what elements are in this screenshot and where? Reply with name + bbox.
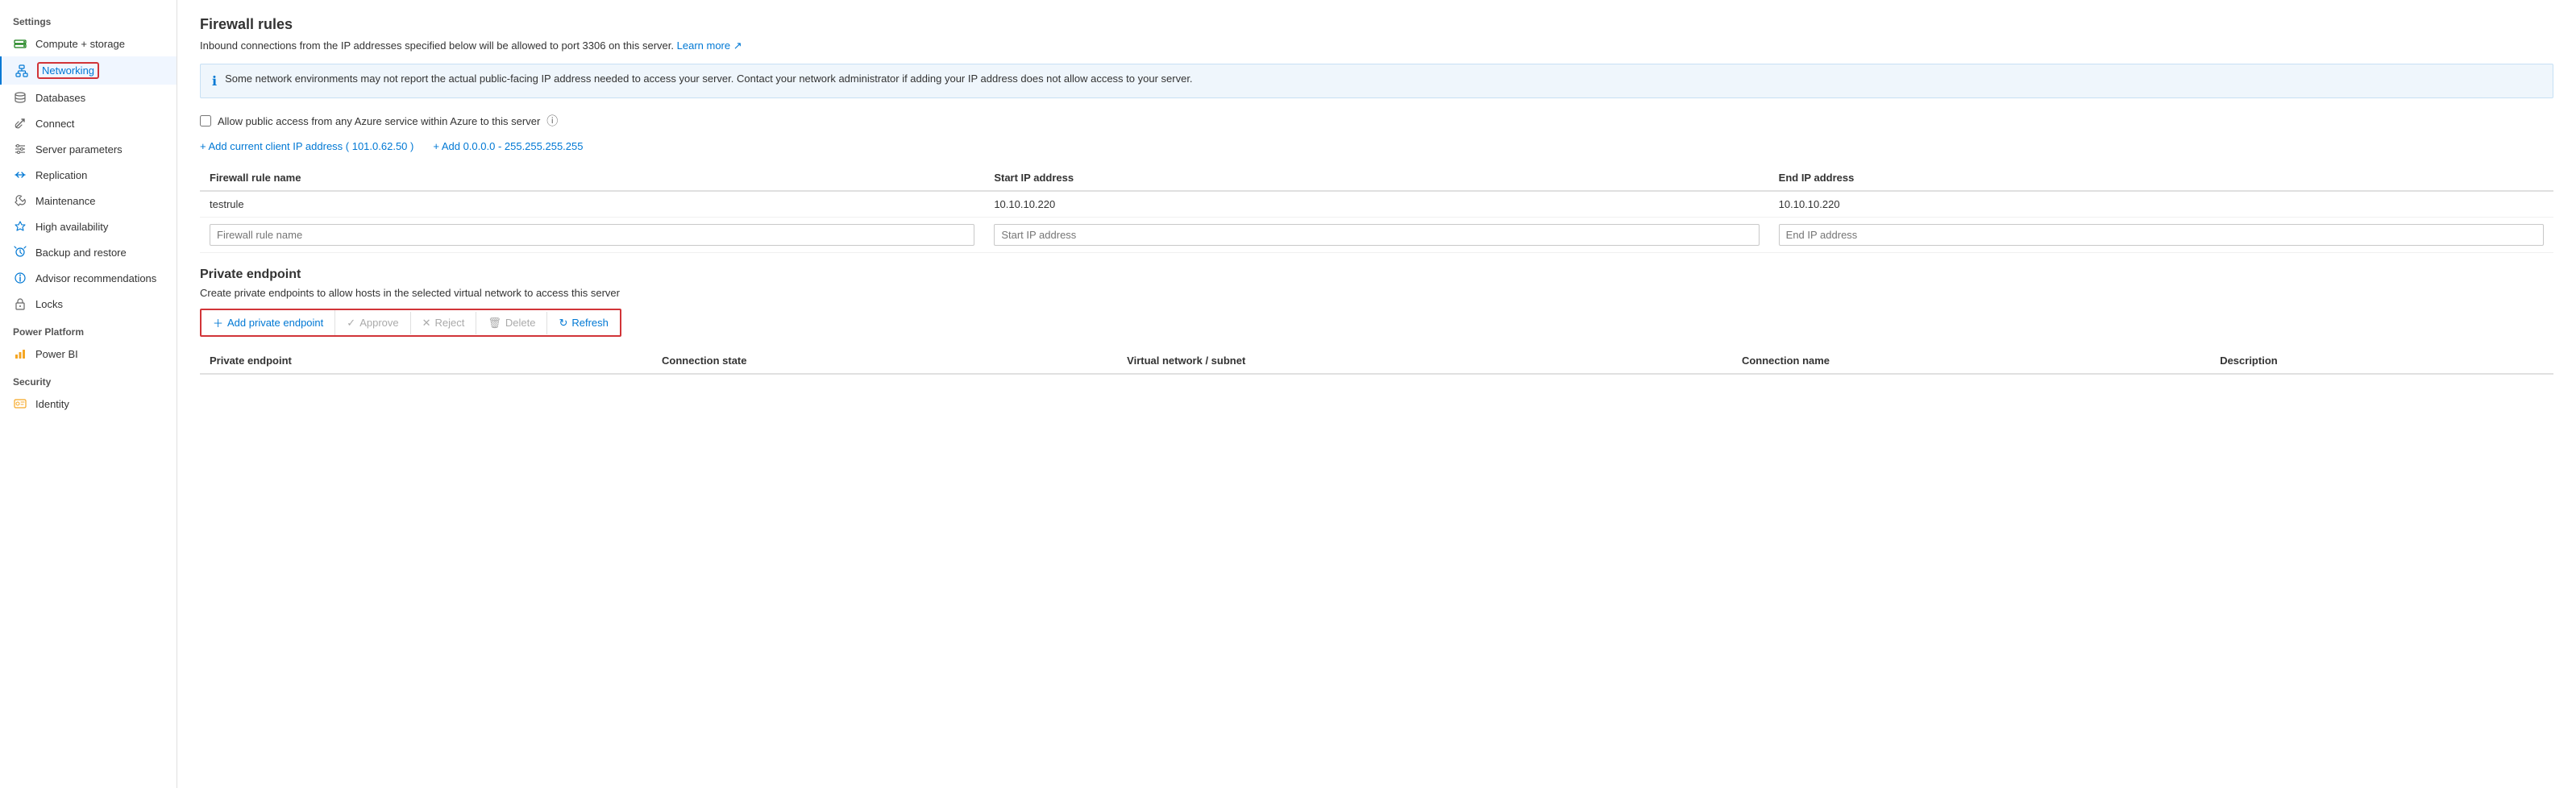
sidebar-item-advisor-recommendations-label: Advisor recommendations [35,272,156,284]
refresh-label: Refresh [571,317,609,329]
locks-icon [13,297,27,311]
allow-public-access-checkbox[interactable] [200,115,211,126]
firewall-rules-desc: Inbound connections from the IP addresse… [200,39,2553,52]
table-row: testrule 10.10.10.220 10.10.10.220 [200,191,2553,218]
start-ip-input[interactable] [994,224,1759,246]
info-banner: ℹ Some network environments may not repo… [200,64,2553,98]
approve-button[interactable]: ✓ Approve [335,312,410,334]
high-availability-icon [13,219,27,234]
pe-col-description: Description [2210,348,2553,374]
connect-icon [13,116,27,131]
rule-name-input[interactable] [210,224,974,246]
sidebar-item-identity[interactable]: Identity [0,391,177,417]
sidebar-item-networking-label: Networking [37,62,99,79]
pe-col-connection-name: Connection name [1732,348,2210,374]
sidebar-item-server-parameters[interactable]: Server parameters [0,136,177,162]
cell-end-ip-input [1769,218,2553,253]
sidebar-item-networking[interactable]: Networking [0,56,177,85]
settings-section-title: Settings [0,6,177,31]
add-range-link[interactable]: + Add 0.0.0.0 - 255.255.255.255 [433,140,583,152]
reject-button[interactable]: ✕ Reject [411,312,477,334]
refresh-button[interactable]: ↻ Refresh [547,312,619,334]
col-rule-name: Firewall rule name [200,165,984,191]
cell-rule-name-input [200,218,984,253]
databases-icon [13,90,27,105]
sidebar-item-power-bi[interactable]: Power BI [0,341,177,367]
private-endpoint-toolbar: ＋ Add private endpoint ✓ Approve ✕ Rejec… [200,309,621,337]
allow-public-access-label: Allow public access from any Azure servi… [218,115,540,127]
main-content: Firewall rules Inbound connections from … [177,0,2576,788]
help-icon: ⓘ [546,113,558,129]
sidebar: Settings Compute + storage Networking Da… [0,0,177,788]
sidebar-item-replication-label: Replication [35,169,87,181]
approve-icon: ✓ [347,317,355,330]
cell-start-ip: 10.10.10.220 [984,191,1768,218]
cell-end-ip: 10.10.10.220 [1769,191,2553,218]
end-ip-input[interactable] [1779,224,2544,246]
col-end-ip: End IP address [1769,165,2553,191]
private-endpoint-title: Private endpoint [200,268,2553,282]
allow-public-access-row: Allow public access from any Azure servi… [200,113,2553,129]
advisor-recommendations-icon [13,271,27,285]
security-section-title: Security [0,367,177,391]
add-private-endpoint-button[interactable]: ＋ Add private endpoint [202,310,335,335]
sidebar-item-backup-restore-label: Backup and restore [35,247,127,259]
backup-restore-icon [13,245,27,259]
replication-icon [13,168,27,182]
sidebar-item-compute-storage[interactable]: Compute + storage [0,31,177,56]
info-banner-text: Some network environments may not report… [225,73,1192,85]
identity-icon [13,396,27,411]
add-icon: ＋ [213,315,223,330]
networking-icon [15,64,29,78]
pe-col-endpoint: Private endpoint [200,348,652,374]
server-parameters-icon [13,142,27,156]
maintenance-icon [13,193,27,208]
power-platform-section-title: Power Platform [0,317,177,341]
cell-rule-name: testrule [200,191,984,218]
sidebar-item-identity-label: Identity [35,398,69,410]
delete-button[interactable]: 🗑 Delete [476,312,547,334]
col-start-ip: Start IP address [984,165,1768,191]
add-private-endpoint-label: Add private endpoint [227,317,323,329]
sidebar-item-connect[interactable]: Connect [0,110,177,136]
pe-col-state: Connection state [652,348,1117,374]
sidebar-item-locks[interactable]: Locks [0,291,177,317]
sidebar-item-maintenance-label: Maintenance [35,195,95,207]
sidebar-item-power-bi-label: Power BI [35,348,78,360]
firewall-rules-table: Firewall rule name Start IP address End … [200,165,2553,253]
pe-col-network: Virtual network / subnet [1117,348,1732,374]
private-endpoint-table: Private endpoint Connection state Virtua… [200,348,2553,375]
sidebar-item-backup-restore[interactable]: Backup and restore [0,239,177,265]
info-icon: ℹ [212,73,217,89]
add-links-row: + Add current client IP address ( 101.0.… [200,140,2553,152]
sidebar-item-compute-storage-label: Compute + storage [35,38,125,50]
sidebar-item-replication[interactable]: Replication [0,162,177,188]
compute-storage-icon [13,36,27,51]
cell-start-ip-input [984,218,1768,253]
reject-icon: ✕ [422,317,431,330]
sidebar-item-advisor-recommendations[interactable]: Advisor recommendations [0,265,177,291]
refresh-icon: ↻ [559,317,567,330]
private-endpoint-desc: Create private endpoints to allow hosts … [200,287,2553,299]
sidebar-item-maintenance[interactable]: Maintenance [0,188,177,214]
delete-icon: 🗑 [488,317,501,330]
sidebar-item-databases[interactable]: Databases [0,85,177,110]
delete-label: Delete [505,317,536,329]
sidebar-item-connect-label: Connect [35,118,74,130]
learn-more-link[interactable]: Learn more ↗ [677,39,742,52]
power-bi-icon [13,346,27,361]
firewall-rules-title: Firewall rules [200,16,2553,33]
approve-label: Approve [359,317,398,329]
sidebar-item-locks-label: Locks [35,298,63,310]
sidebar-item-high-availability[interactable]: High availability [0,214,177,239]
add-client-ip-link[interactable]: + Add current client IP address ( 101.0.… [200,140,413,152]
reject-label: Reject [435,317,465,329]
table-row-input [200,218,2553,253]
sidebar-item-databases-label: Databases [35,92,85,104]
sidebar-item-server-parameters-label: Server parameters [35,143,123,156]
sidebar-item-high-availability-label: High availability [35,221,108,233]
